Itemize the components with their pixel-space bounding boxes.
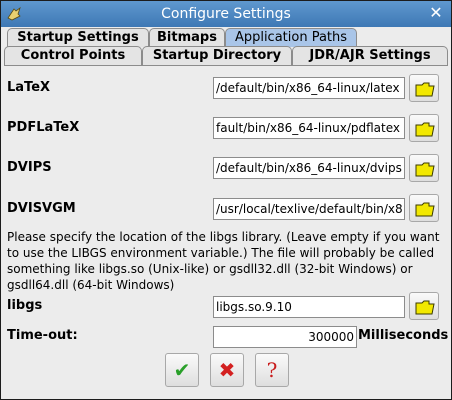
libgs-label: libgs: [7, 298, 43, 313]
timeout-unit-label: Milliseconds: [358, 328, 449, 343]
window-title: Configure Settings: [161, 6, 291, 22]
tab-startup-directory[interactable]: Startup Directory: [142, 46, 292, 65]
dvips-label: DVIPS: [7, 160, 52, 175]
folder-icon: [415, 300, 435, 315]
latex-label: LaTeX: [7, 80, 51, 95]
libgs-path-field[interactable]: libgs.so.9.10: [213, 296, 405, 318]
latex-path-field[interactable]: /default/bin/x86_64-linux/latex: [213, 77, 405, 99]
folder-icon: [415, 82, 435, 97]
dvisvgm-browse-button[interactable]: [409, 194, 439, 222]
close-icon[interactable]: ✕: [427, 4, 445, 22]
cross-icon: ✖: [218, 358, 236, 382]
configure-settings-window: Configure Settings ✕ Startup Settings Bi…: [0, 0, 452, 400]
tab-startup-settings[interactable]: Startup Settings: [7, 28, 149, 47]
tab-bitmaps[interactable]: Bitmaps: [149, 28, 225, 47]
libgs-help-text: Please specify the location of the libgs…: [7, 230, 440, 292]
timeout-label: Time-out:: [7, 328, 78, 343]
checkmark-icon: ✔: [173, 358, 191, 382]
question-icon: ?: [266, 358, 278, 382]
dvisvgm-label: DVISVGM: [7, 201, 76, 216]
pdflatex-browse-button[interactable]: [409, 114, 439, 142]
timeout-field[interactable]: 300000: [213, 326, 357, 348]
dvips-browse-button[interactable]: [409, 154, 439, 182]
tab-application-paths[interactable]: Application Paths: [225, 28, 357, 47]
folder-icon: [415, 202, 435, 217]
title-bar[interactable]: Configure Settings ✕: [1, 1, 451, 27]
tab-control-points[interactable]: Control Points: [4, 46, 142, 65]
ok-button[interactable]: ✔: [165, 353, 199, 387]
pdflatex-label: PDFLaTeX: [7, 120, 80, 135]
dvisvgm-path-field[interactable]: /usr/local/texlive/default/bin/x8: [213, 198, 405, 220]
folder-icon: [415, 162, 435, 177]
dvips-path-field[interactable]: /default/bin/x86_64-linux/dvips: [213, 157, 405, 179]
latex-browse-button[interactable]: [409, 74, 439, 102]
tab-jdr-ajr-settings[interactable]: JDR/AJR Settings: [292, 46, 448, 65]
cancel-button[interactable]: ✖: [210, 353, 244, 387]
folder-icon: [415, 122, 435, 137]
pdflatex-path-field[interactable]: fault/bin/x86_64-linux/pdflatex: [213, 117, 405, 139]
libgs-browse-button[interactable]: [409, 292, 439, 320]
help-button[interactable]: ?: [255, 353, 289, 387]
